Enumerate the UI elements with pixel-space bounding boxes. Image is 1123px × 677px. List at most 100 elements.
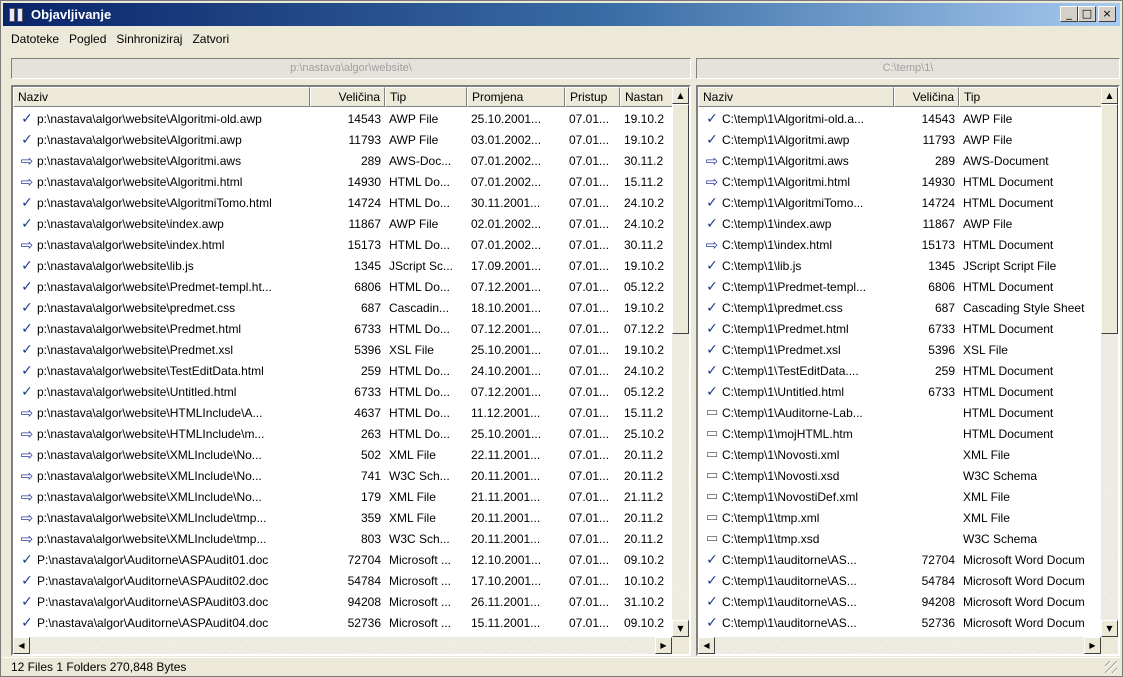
minimize-button[interactable]: _: [1060, 6, 1078, 22]
table-row[interactable]: ⇨ p:\nastava\algor\website\XMLInclude\tmp…: [13, 528, 676, 549]
table-row[interactable]: ✓ p:\nastava\algor\website\Predmet-templ.…: [13, 276, 676, 297]
table-row[interactable]: ✓ C:\temp\1\Predmet-templ... 6806 HTML Docu…: [698, 276, 1104, 297]
table-row[interactable]: ▭ C:\temp\1\tmp.xml XML File: [698, 507, 1104, 528]
menu-pogled[interactable]: Pogled: [69, 32, 106, 46]
type-cell: W3C Schema: [963, 531, 1038, 546]
menu-zatvori[interactable]: Zatvori: [192, 32, 229, 46]
left-header-created[interactable]: Nastan: [620, 87, 676, 107]
size-cell: 94208: [347, 594, 381, 609]
menu-datoteke[interactable]: Datoteke: [11, 32, 59, 46]
table-row[interactable]: ▭ C:\temp\1\mojHTML.htm HTML Document: [698, 423, 1104, 444]
right-horizontal-scrollbar[interactable]: ◀ ▶: [698, 637, 1101, 654]
table-row[interactable]: ✓ p:\nastava\algor\website\Predmet.xsl 539…: [13, 339, 676, 360]
right-column-header: Naziv Veličina Tip: [698, 87, 1104, 107]
table-row[interactable]: ✓ C:\temp\1\Algoritmi.awp 11793 AWP File: [698, 129, 1104, 150]
table-row[interactable]: ⇨ p:\nastava\algor\website\XMLInclude\tmp…: [13, 507, 676, 528]
table-row[interactable]: ⇨ C:\temp\1\Algoritmi.html 14930 HTML Docum…: [698, 171, 1104, 192]
table-row[interactable]: ▭ C:\temp\1\Novosti.xml XML File: [698, 444, 1104, 465]
maximize-button[interactable]: □: [1078, 6, 1096, 22]
table-row[interactable]: ✓ p:\nastava\algor\website\index.awp 11867…: [13, 213, 676, 234]
scroll-down-button[interactable]: ▼: [672, 620, 689, 637]
table-row[interactable]: ⇨ p:\nastava\algor\website\HTMLInclude\m.…: [13, 423, 676, 444]
table-row[interactable]: ✓ C:\temp\1\AlgoritmiTomo... 14724 HTML Doc…: [698, 192, 1104, 213]
file-name: p:\nastava\algor\website\HTMLInclude\A..…: [37, 405, 263, 420]
table-row[interactable]: ▭ C:\temp\1\Novosti.xsd W3C Schema: [698, 465, 1104, 486]
scroll-down-button[interactable]: ▼: [1101, 620, 1118, 637]
close-button[interactable]: ×: [1098, 6, 1116, 22]
table-row[interactable]: ✓ p:\nastava\algor\website\lib.js 1345 JScr…: [13, 255, 676, 276]
left-header-name[interactable]: Naziv: [13, 87, 310, 107]
table-row[interactable]: ✓ C:\temp\1\auditorne\AS... 52736 Microsoft…: [698, 612, 1104, 633]
left-vertical-scrollbar[interactable]: ▲ ▼: [672, 87, 689, 637]
table-row[interactable]: ⇨ p:\nastava\algor\website\Algoritmi.html…: [13, 171, 676, 192]
resize-grip-icon[interactable]: [1105, 661, 1117, 673]
table-row[interactable]: ▭ C:\temp\1\NovostiDef.xml XML File: [698, 486, 1104, 507]
table-row[interactable]: ✓ P:\nastava\algor\Auditorne\ASPAudit03.d…: [13, 591, 676, 612]
table-row[interactable]: ⇨ p:\nastava\algor\website\Algoritmi.aws 2…: [13, 150, 676, 171]
name-cell: ✓ C:\temp\1\lib.js: [698, 259, 894, 273]
table-row[interactable]: ⇨ C:\temp\1\Algoritmi.aws 289 AWS-Document: [698, 150, 1104, 171]
table-row[interactable]: ▭ C:\temp\1\Auditorne-Lab... HTML Document: [698, 402, 1104, 423]
right-header-size[interactable]: Veličina: [894, 87, 959, 107]
created-cell: 30.11.2: [624, 153, 664, 168]
check-icon: ✓: [21, 384, 33, 399]
table-row[interactable]: ⇨ C:\temp\1\index.html 15173 HTML Document: [698, 234, 1104, 255]
table-row[interactable]: ⇨ p:\nastava\algor\website\XMLInclude\No.…: [13, 465, 676, 486]
table-row[interactable]: ✓ C:\temp\1\Predmet.html 6733 HTML Document: [698, 318, 1104, 339]
scroll-right-button[interactable]: ▶: [1084, 637, 1101, 654]
left-file-list[interactable]: Naziv Veličina Tip Promjena Pristup Nastan ✓ p…: [11, 85, 691, 656]
scroll-up-button[interactable]: ▲: [672, 87, 689, 104]
table-row[interactable]: ✓ P:\nastava\algor\Auditorne\ASPAudit01.d…: [13, 549, 676, 570]
table-row[interactable]: ⇨ p:\nastava\algor\website\XMLInclude\No.…: [13, 444, 676, 465]
table-row[interactable]: ✓ C:\temp\1\predmet.css 687 Cascading Style…: [698, 297, 1104, 318]
access-cell: 07.01...: [569, 384, 610, 399]
table-row[interactable]: ✓ C:\temp\1\auditorne\AS... 94208 Microsoft…: [698, 591, 1104, 612]
table-row[interactable]: ✓ C:\temp\1\index.awp 11867 AWP File: [698, 213, 1104, 234]
file-name: C:\temp\1\tmp.xsd: [722, 531, 820, 546]
table-row[interactable]: ⇨ p:\nastava\algor\website\HTMLInclude\A.…: [13, 402, 676, 423]
left-horizontal-scrollbar[interactable]: ◀ ▶: [13, 637, 672, 654]
table-row[interactable]: ✓ C:\temp\1\Predmet.xsl 5396 XSL File: [698, 339, 1104, 360]
left-header-access[interactable]: Pristup: [565, 87, 620, 107]
arrow-right-icon: ⇨: [20, 510, 34, 525]
modified-cell: 07.12.2001...: [471, 321, 542, 336]
right-vertical-scrollbar[interactable]: ▲ ▼: [1101, 87, 1118, 637]
left-header-type[interactable]: Tip: [385, 87, 467, 107]
right-header-name[interactable]: Naziv: [698, 87, 894, 107]
table-row[interactable]: ✓ p:\nastava\algor\website\Predmet.html 67…: [13, 318, 676, 339]
table-row[interactable]: ✓ p:\nastava\algor\website\TestEditData.h…: [13, 360, 676, 381]
table-row[interactable]: ⇨ p:\nastava\algor\website\XMLInclude\No.…: [13, 486, 676, 507]
title-bar[interactable]: Objavljivanje _ □ ×: [3, 3, 1120, 26]
table-row[interactable]: ▭ C:\temp\1\tmp.xsd W3C Schema: [698, 528, 1104, 549]
table-row[interactable]: ✓ p:\nastava\algor\website\predmet.css 687…: [13, 297, 676, 318]
menu-sinhroniziraj[interactable]: Sinhroniziraj: [116, 32, 182, 46]
scroll-left-button[interactable]: ◀: [13, 637, 30, 654]
left-header-size[interactable]: Veličina: [310, 87, 385, 107]
check-icon: ✓: [706, 195, 718, 210]
scroll-right-button[interactable]: ▶: [655, 637, 672, 654]
scroll-thumb[interactable]: [672, 104, 689, 334]
table-row[interactable]: ✓ C:\temp\1\Untitled.html 6733 HTML Documen…: [698, 381, 1104, 402]
right-header-type[interactable]: Tip: [959, 87, 1104, 107]
table-row[interactable]: ✓ C:\temp\1\lib.js 1345 JScript Script File: [698, 255, 1104, 276]
size-cell: 54784: [347, 573, 381, 588]
table-row[interactable]: ✓ p:\nastava\algor\website\Algoritmi-old.…: [13, 108, 676, 129]
name-cell: ✓ C:\temp\1\Algoritmi.awp: [698, 133, 894, 147]
table-row[interactable]: ✓ C:\temp\1\auditorne\AS... 54784 Microsoft…: [698, 570, 1104, 591]
created-cell: 20.11.2: [624, 468, 664, 483]
table-row[interactable]: ✓ p:\nastava\algor\website\AlgoritmiTomo.…: [13, 192, 676, 213]
table-row[interactable]: ✓ C:\temp\1\auditorne\AS... 72704 Microsoft…: [698, 549, 1104, 570]
missing-file-icon: ▭: [705, 468, 719, 483]
scroll-thumb[interactable]: [1101, 104, 1118, 334]
scroll-left-button[interactable]: ◀: [698, 637, 715, 654]
left-header-modified[interactable]: Promjena: [467, 87, 565, 107]
table-row[interactable]: ✓ C:\temp\1\Algoritmi-old.a... 14543 AWP Fi…: [698, 108, 1104, 129]
table-row[interactable]: ✓ P:\nastava\algor\Auditorne\ASPAudit04.d…: [13, 612, 676, 633]
table-row[interactable]: ✓ C:\temp\1\TestEditData.... 259 HTML Docum…: [698, 360, 1104, 381]
table-row[interactable]: ✓ p:\nastava\algor\website\Untitled.html 6…: [13, 381, 676, 402]
scroll-up-button[interactable]: ▲: [1101, 87, 1118, 104]
table-row[interactable]: ⇨ p:\nastava\algor\website\index.html 1517…: [13, 234, 676, 255]
right-file-list[interactable]: Naziv Veličina Tip ✓ C:\temp\1\Algoritmi-ol…: [696, 85, 1120, 656]
table-row[interactable]: ✓ p:\nastava\algor\website\Algoritmi.awp 1…: [13, 129, 676, 150]
table-row[interactable]: ✓ P:\nastava\algor\Auditorne\ASPAudit02.d…: [13, 570, 676, 591]
